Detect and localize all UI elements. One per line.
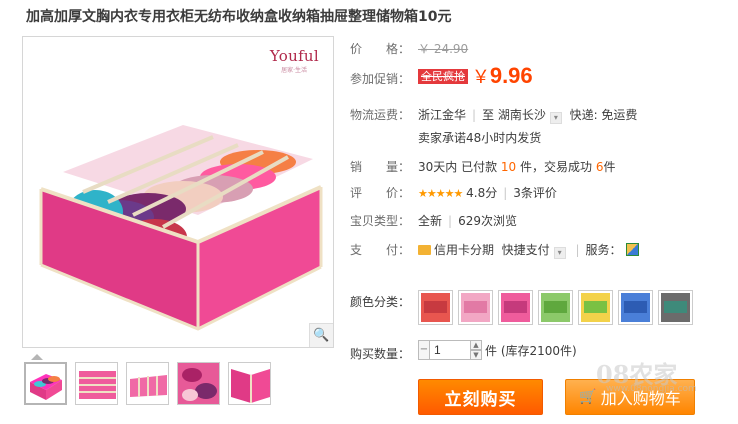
type-row: 宝贝类型： 全新 | 629次浏览 — [350, 214, 517, 228]
thumbnail-caret-icon — [31, 354, 43, 360]
color-swatch-blue[interactable] — [618, 290, 653, 325]
shipping-label: 物流运费： — [350, 108, 411, 122]
promo-label: 参加促销： — [350, 72, 411, 86]
thumbnail-5[interactable] — [228, 362, 271, 405]
rating-row: 评 价： ★★★★★ 4.8分 | 3条评价 — [350, 186, 557, 200]
brand-subtitle: 居家·生活 — [281, 67, 307, 74]
color-swatch-pink[interactable] — [458, 290, 493, 325]
credit-card-icon — [418, 245, 431, 255]
quantity-stepper: − ▲ ▼ 件 (库存2100件) — [418, 340, 577, 360]
product-title: 加高加厚文胸内衣专用衣柜无纺布收纳盒收纳箱抽屉整理储物箱10元 — [26, 9, 452, 25]
payment-label: 支 付： — [350, 243, 411, 257]
review-count-link[interactable]: 3条评价 — [513, 186, 557, 200]
sales-label: 销 量： — [350, 160, 411, 174]
ship-to-prefix: 至 — [482, 108, 495, 122]
color-swatch-list — [418, 290, 693, 325]
color-swatch-yellow[interactable] — [578, 290, 613, 325]
buy-now-button[interactable]: 立刻购买 — [418, 379, 543, 415]
cart-icon: 🛒 — [579, 389, 597, 405]
item-condition: 全新 — [418, 214, 443, 228]
payment-row: 支 付： 信用卡分期 快捷支付 ▾ | 服务： — [350, 241, 639, 259]
sales-paid-count: 10 — [500, 160, 517, 174]
quantity-down-button[interactable]: ▼ — [470, 350, 482, 360]
color-swatch-dark[interactable] — [658, 290, 693, 325]
thumbnail-3[interactable] — [126, 362, 169, 405]
color-swatch-green[interactable] — [538, 290, 573, 325]
promo-tag: 全民疯抢 — [418, 69, 468, 84]
sales-text-a: 30天内 已付款 — [418, 160, 501, 174]
add-to-cart-button[interactable]: 🛒 加入购物车 — [565, 379, 695, 415]
quantity-up-button[interactable]: ▲ — [470, 340, 482, 350]
quantity-input[interactable] — [430, 340, 470, 360]
sales-text-b: 件，交易成功 — [516, 160, 596, 174]
installment-link[interactable]: 信用卡分期 — [434, 243, 494, 257]
view-count: 629次浏览 — [458, 214, 517, 228]
sales-text-c: 件 — [603, 160, 616, 174]
ship-promise: 卖家承诺48小时内发货 — [418, 131, 542, 145]
ship-to-dropdown-icon[interactable]: ▾ — [549, 112, 562, 124]
price-label: 价 格： — [350, 42, 411, 56]
color-swatch-rose[interactable] — [498, 290, 533, 325]
ship-to[interactable]: 湖南长沙 — [498, 108, 546, 122]
brand-logo: Youful — [269, 47, 319, 65]
rating-score: 4.8分 — [466, 186, 498, 200]
thumbnail-2[interactable] — [75, 362, 118, 405]
type-label: 宝贝类型： — [350, 214, 411, 228]
shipping-row: 物流运费： 浙江金华 | 至 湖南长沙 ▾ 快递: 免运费 — [350, 108, 638, 124]
color-swatch-red[interactable] — [418, 290, 453, 325]
quick-pay-link[interactable]: 快捷支付 — [502, 243, 550, 257]
zoom-icon[interactable]: 🔍 — [309, 323, 333, 347]
add-to-cart-label: 加入购物车 — [600, 389, 681, 408]
ship-method: 快递: 免运费 — [569, 108, 638, 122]
thumbnail-4[interactable] — [177, 362, 220, 405]
quantity-minus-button[interactable]: − — [418, 340, 430, 360]
service-guarantee-icon[interactable] — [625, 243, 639, 256]
color-label: 颜色分类： — [350, 295, 411, 309]
service-label: 服务： — [585, 243, 622, 257]
promo-row: 参加促销： 全民疯抢 ￥9.96 — [350, 63, 533, 89]
rating-label: 评 价： — [350, 186, 411, 200]
stock-text: 件 (库存2100件) — [485, 343, 577, 358]
promo-price: 9.96 — [489, 63, 533, 88]
main-product-image[interactable]: Youful 居家·生活 🔍 — [22, 36, 334, 348]
storage-box-illustration — [39, 125, 323, 331]
sales-row: 销 量： 30天内 已付款 10 件，交易成功 6件 — [350, 158, 615, 175]
thumbnail-1[interactable] — [24, 362, 67, 405]
thumbnail-strip — [24, 362, 271, 405]
rating-stars-icon: ★★★★★ — [418, 187, 463, 200]
ship-from: 浙江金华 — [418, 108, 467, 122]
quick-pay-dropdown-icon[interactable]: ▾ — [553, 247, 566, 259]
price-row: 价 格： ￥ 24.90 — [350, 40, 468, 57]
quantity-label: 购买数量： — [350, 347, 411, 361]
original-price: ￥ 24.90 — [418, 42, 469, 56]
promo-currency: ￥ — [471, 67, 490, 88]
